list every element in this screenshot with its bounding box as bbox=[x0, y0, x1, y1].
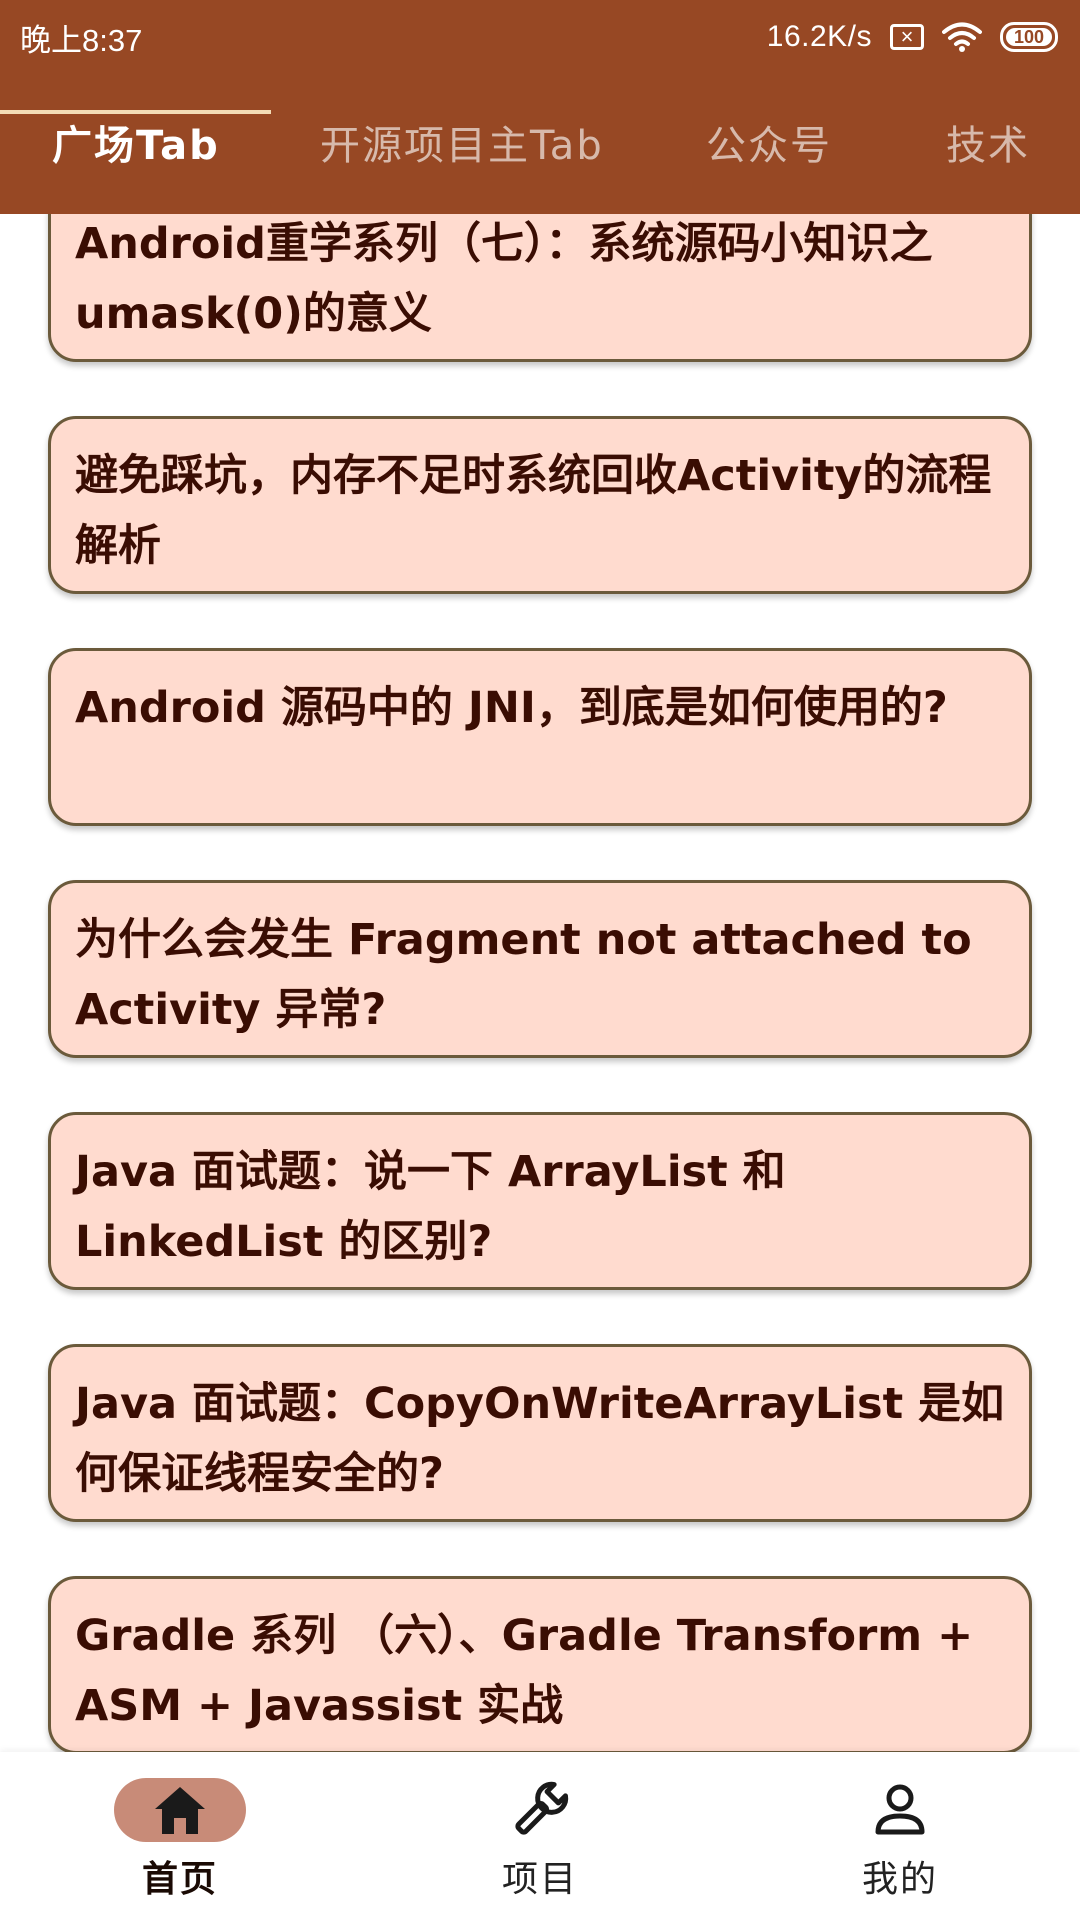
wifi-icon bbox=[942, 22, 982, 52]
wrench-icon bbox=[515, 1781, 569, 1835]
nav-label-mine: 我的 bbox=[861, 1859, 938, 1900]
tab-official-accounts[interactable]: 公众号 bbox=[706, 100, 880, 192]
article-card[interactable]: Java 面试题：说一下 ArrayList 和 LinkedList 的区别? bbox=[48, 1112, 1032, 1290]
status-time: 晚上8:37 bbox=[20, 22, 143, 58]
sim-disabled-icon: × bbox=[890, 24, 924, 50]
tab-tech[interactable]: 技术 bbox=[946, 100, 1080, 192]
battery-icon: 100 bbox=[1000, 22, 1058, 52]
nav-projects[interactable]: 项目 bbox=[440, 1752, 640, 1920]
nav-mine[interactable]: 我的 bbox=[800, 1752, 1000, 1920]
tab-indicator bbox=[0, 110, 271, 114]
article-card[interactable]: Android 源码中的 JNI，到底是如何使用的? bbox=[48, 648, 1032, 826]
article-card[interactable]: Gradle 系列 （六）、Gradle Transform + ASM + J… bbox=[48, 1576, 1032, 1752]
article-list[interactable]: Android重学系列（七）：系统源码小知识之umask(0)的意义 避免踩坑，… bbox=[0, 214, 1080, 1752]
status-bar: 晚上8:37 16.2K/s × 100 bbox=[0, 0, 1080, 74]
person-icon bbox=[875, 1784, 925, 1835]
article-card[interactable]: Android重学系列（七）：系统源码小知识之umask(0)的意义 bbox=[48, 214, 1032, 362]
tab-bar: 广场Tab 开源项目主Tab 公众号 技术 bbox=[0, 100, 1080, 214]
battery-level: 100 bbox=[1013, 26, 1045, 47]
article-card[interactable]: Java 面试题：CopyOnWriteArrayList 是如何保证线程安全的… bbox=[48, 1344, 1032, 1522]
nav-label-home: 首页 bbox=[141, 1859, 218, 1900]
status-icons: 16.2K/s × 100 bbox=[767, 20, 1058, 54]
home-icon bbox=[155, 1787, 205, 1834]
bottom-navigation: 首页 项目 我的 bbox=[0, 1752, 1080, 1920]
article-card[interactable]: 为什么会发生 Fragment not attached to Activity… bbox=[48, 880, 1032, 1058]
article-card[interactable]: 避免踩坑，内存不足时系统回收Activity的流程解析 bbox=[48, 416, 1032, 594]
network-speed: 16.2K/s bbox=[766, 20, 872, 53]
tab-open-source-projects[interactable]: 开源项目主Tab bbox=[320, 100, 638, 192]
nav-label-projects: 项目 bbox=[501, 1859, 578, 1900]
app-bar: 晚上8:37 16.2K/s × 100 广场Tab 开源项目主Tab 公众号 … bbox=[0, 0, 1080, 214]
nav-home[interactable]: 首页 bbox=[80, 1752, 280, 1920]
